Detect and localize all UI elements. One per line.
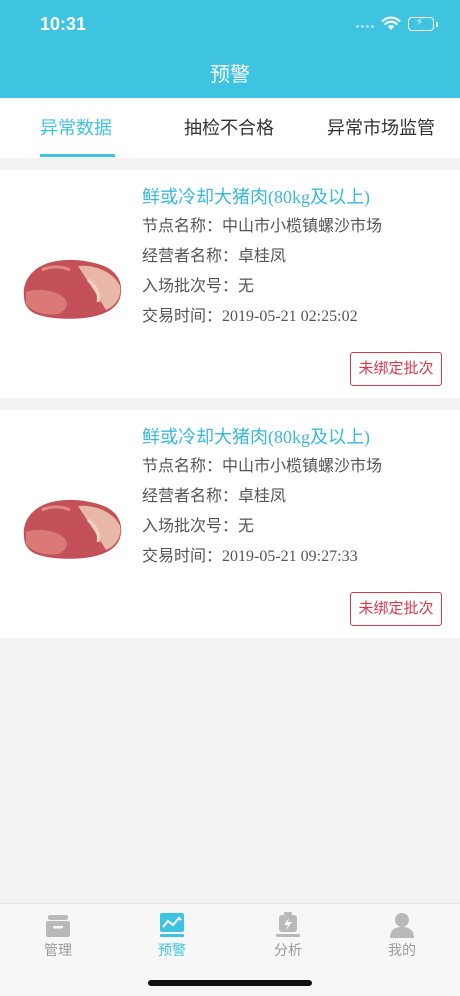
unbound-batch-badge[interactable]: 未绑定批次 <box>350 352 442 386</box>
tabbar-label: 我的 <box>388 943 416 959</box>
record-card[interactable]: 鲜或冷却大猪肉(80kg及以上) 节点名称：中山市小榄镇螺沙市场 经营者名称：卓… <box>0 410 460 638</box>
tabbar-item-analysis[interactable]: 分析 <box>248 912 328 960</box>
box-icon <box>46 915 70 937</box>
page-title: 预警 <box>210 62 250 86</box>
tab-abnormal-market-supervision[interactable]: 异常市场监管 <box>327 114 435 140</box>
trade-time-label: 交易时间： <box>142 548 223 565</box>
status-time: 10:31 <box>40 14 87 34</box>
wifi-icon <box>381 16 401 30</box>
signal-icon <box>356 22 378 30</box>
node-label: 节点名称： <box>142 458 223 475</box>
header: 10:31 ⚡ 预警 <box>0 0 460 98</box>
operator-label: 经营者名称： <box>142 248 239 265</box>
tab-failed-inspection[interactable]: 抽检不合格 <box>184 114 274 140</box>
record-card[interactable]: 鲜或冷却大猪肉(80kg及以上) 节点名称：中山市小榄镇螺沙市场 经营者名称：卓… <box>0 170 460 398</box>
batch-value: 无 <box>238 518 255 535</box>
user-icon <box>390 913 414 938</box>
product-name: 鲜或冷却大猪肉(80kg及以上) <box>142 187 370 207</box>
operator-row: 经营者名称：卓桂凤 <box>142 242 452 272</box>
tabbar-item-manage[interactable]: 管理 <box>18 912 98 960</box>
tabbar-item-alert[interactable]: 预警 <box>132 912 212 960</box>
node-value: 中山市小榄镇螺沙市场 <box>222 218 383 235</box>
battery-bolt-icon <box>276 912 300 937</box>
operator-label: 经营者名称： <box>142 488 239 505</box>
tabbar-label: 预警 <box>158 943 186 959</box>
tabbar-label: 管理 <box>44 943 72 959</box>
unbound-batch-badge[interactable]: 未绑定批次 <box>350 592 442 626</box>
product-name: 鲜或冷却大猪肉(80kg及以上) <box>142 427 370 447</box>
tabbar-label: 分析 <box>274 943 302 959</box>
node-label: 节点名称： <box>142 218 223 235</box>
node-row: 节点名称：中山市小榄镇螺沙市场 <box>142 452 452 482</box>
operator-row: 经营者名称：卓桂凤 <box>142 482 452 512</box>
battery-icon: ⚡ <box>408 17 438 31</box>
batch-row: 入场批次号：无 <box>142 512 452 542</box>
trade-time-row: 交易时间：2019-05-21 02:25:02 <box>142 302 452 332</box>
pork-image <box>23 259 122 319</box>
batch-row: 入场批次号：无 <box>142 272 452 302</box>
status-bar: 10:31 ⚡ <box>0 0 460 50</box>
operator-value: 卓桂凤 <box>238 248 287 265</box>
chart-icon <box>160 913 184 937</box>
batch-value: 无 <box>238 278 255 295</box>
home-indicator <box>148 980 312 986</box>
batch-label: 入场批次号： <box>142 518 239 535</box>
record-info: 鲜或冷却大猪肉(80kg及以上) 节点名称：中山市小榄镇螺沙市场 经营者名称：卓… <box>142 182 452 332</box>
trade-time-row: 交易时间：2019-05-21 09:27:33 <box>142 542 452 572</box>
trade-time-value: 2019-05-21 02:25:02 <box>222 308 358 325</box>
node-value: 中山市小榄镇螺沙市场 <box>222 458 383 475</box>
tab-active-indicator <box>40 154 115 157</box>
pork-image <box>23 499 122 559</box>
trade-time-label: 交易时间： <box>142 308 223 325</box>
tab-abnormal-data[interactable]: 异常数据 <box>40 114 112 140</box>
tab-bar: 异常数据 抽检不合格 异常市场监管 <box>0 98 460 158</box>
tabbar-item-mine[interactable]: 我的 <box>362 912 442 960</box>
record-info: 鲜或冷却大猪肉(80kg及以上) 节点名称：中山市小榄镇螺沙市场 经营者名称：卓… <box>142 422 452 572</box>
batch-label: 入场批次号： <box>142 278 239 295</box>
operator-value: 卓桂凤 <box>238 488 287 505</box>
trade-time-value: 2019-05-21 09:27:33 <box>222 548 358 565</box>
node-row: 节点名称：中山市小榄镇螺沙市场 <box>142 212 452 242</box>
